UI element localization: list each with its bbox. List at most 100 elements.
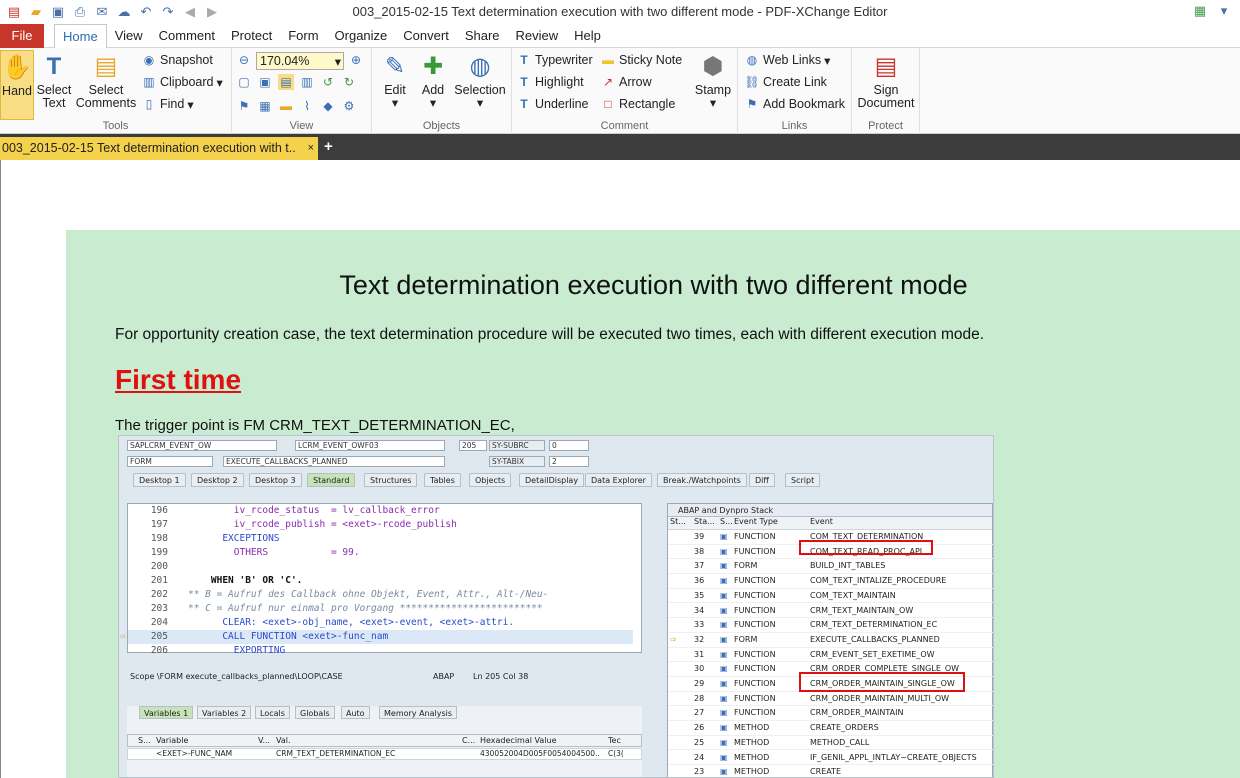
stack-level: 39 [694,532,705,541]
stack-header-cell: S... [720,517,733,526]
zoom-out-button[interactable]: ⊖ [236,52,252,68]
bookmark-add-icon: ⚑ [746,97,758,111]
stamp-button[interactable]: ⬢ Stamp ▾ [692,50,734,110]
stack-level: 24 [694,752,705,762]
code-line: 196 iv_rcode_status = lv_callback_error [128,504,633,518]
chevron-down-icon: ▾ [187,97,194,112]
document-tab-title: 003_2015-02-15 Text determination execut… [2,141,296,155]
tab-share[interactable]: Share [457,24,508,50]
sap-tab: Objects [469,473,512,487]
clipboard-button[interactable]: ▥ Clipboard ▾ [141,74,222,90]
options-icon[interactable]: ▾ [1214,2,1234,20]
stack-row[interactable]: 37 ▣ FORM BUILD_INT_TABLES [668,559,993,575]
tab-review[interactable]: Review [508,24,567,50]
edit-button[interactable]: ✎ Edit ▾ [374,50,416,110]
fit-width-icon[interactable]: ▣ [257,74,273,90]
arrow-button[interactable]: ↗ Arrow [600,74,652,90]
subrc-label: SY-SUBRC [489,440,545,451]
stack-row[interactable]: 25 ▣ METHOD METHOD_CALL [668,736,993,751]
document-tab-bar: 003_2015-02-15 Text determination execut… [0,134,1240,160]
highlight-button[interactable]: T Highlight [516,74,583,90]
stack-event: CREATE_ORDERS [810,723,879,733]
sticky-note-button[interactable]: ▬ Sticky Note [600,52,682,68]
view-group: ⊖ 170.04% ▾ ⊕ ▢ ▣ ▤ ▥ ↺ ↻ ⚑ ▦ ▬ ⌇ ◆ ⚙ Vie… [232,48,372,134]
stack-row[interactable]: 31 ▣ FUNCTION CRM_EVENT_SET_EXETIME_OW [668,648,993,663]
file-menu[interactable]: File [0,24,44,48]
snapshot-button[interactable]: ◉ Snapshot [141,52,213,68]
hand-tool-button[interactable]: ✋ Hand [0,50,34,120]
var-row: <EXET>-FUNC_NAM CRM_TEXT_DETERMINATION_E… [127,748,642,760]
view-fit-buttons: ▢ ▣ ▤ ▥ ↺ ↻ [236,74,357,90]
code-line: 206 EXPORTING [128,644,633,654]
stack-header-cell: Sta... [694,517,715,526]
code-text: iv_rcode_status = lv_callback_error [188,505,440,516]
tab-comment[interactable]: Comment [151,24,223,50]
document-tab[interactable]: 003_2015-02-15 Text determination execut… [0,137,318,160]
create-link-button[interactable]: ⛓ Create Link [744,74,827,90]
apps-icon[interactable]: ▦ [1190,2,1210,20]
stack-row[interactable]: 24 ▣ METHOD IF_GENIL_APPL_INTLAY~CREATE_OBJ… [668,751,993,766]
document-viewport[interactable]: Text determination execution with two di… [0,160,1240,778]
fit-page-icon[interactable]: ▢ [236,74,252,90]
stack-event: COM_TEXT_MAINTAIN [810,590,896,600]
comments-icon[interactable]: ▬ [278,98,294,114]
new-tab-icon[interactable]: + [324,138,333,155]
add-button[interactable]: ✚ Add ▾ [416,50,450,110]
underline-button[interactable]: T Underline [516,96,588,112]
tab-view[interactable]: View [107,24,151,50]
close-tab-icon[interactable]: × [308,137,314,160]
hand-icon: ✋ [2,53,32,81]
stack-event: IF_GENIL_APPL_INTLAY~CREATE_OBJECTS [810,752,977,762]
select-comments-button[interactable]: ▤ Select Comments [74,50,138,110]
properties-icon[interactable]: ⚙ [341,98,357,114]
stack-row[interactable]: 35 ▣ FUNCTION COM_TEXT_MAINTAIN [668,589,993,604]
fit-visible-icon[interactable]: ▤ [278,74,294,90]
bookmark-icon[interactable]: ⚑ [236,98,252,114]
web-links-button[interactable]: ◍ Web Links ▾ [744,52,831,68]
tab-organize[interactable]: Organize [327,24,396,50]
selection-button[interactable]: ◍ Selection ▾ [452,50,508,110]
stack-row[interactable]: 34 ▣ FUNCTION CRM_TEXT_MAINTAIN_OW [668,604,993,619]
stack-row[interactable]: 36 ▣ FUNCTION COM_TEXT_INTALIZE_PROCEDURE [668,574,993,589]
variables-panel: Variables 1 Variables 2 Locals Globals A… [127,706,642,777]
stack-row[interactable]: 23 ▣ METHOD CREATE [668,765,993,777]
stack-level: 35 [694,590,705,600]
stack-row[interactable]: 28 ▣ FUNCTION CRM_ORDER_MAINTAIN_MULTI_OW [668,692,993,707]
stamp-icon: ⬢ [702,52,724,80]
call-stack-panel: ABAP and Dynpro Stack St... Sta... S... … [667,503,993,777]
rectangle-label: Rectangle [619,97,676,111]
arrow-icon: ↗ [602,75,614,89]
sap-tab: Script [785,473,821,487]
attachment-icon[interactable]: ⌇ [299,98,315,114]
tab-convert[interactable]: Convert [395,24,457,50]
zoom-in-button[interactable]: ⊕ [348,52,364,68]
zoom-input[interactable]: 170.04% ▾ [256,52,344,70]
rotate-right-icon[interactable]: ↻ [341,74,357,90]
tab-help[interactable]: Help [566,24,609,50]
rotate-left-icon[interactable]: ↺ [320,74,336,90]
typewriter-button[interactable]: T Typewriter [516,52,592,68]
code-text: EXCEPTIONS [188,533,280,544]
rectangle-button[interactable]: □ Rectangle [600,96,675,112]
add-bookmark-button[interactable]: ⚑ Add Bookmark [744,96,845,112]
tab-protect[interactable]: Protect [223,24,280,50]
stack-event-type: FUNCTION [734,546,776,556]
tab-form[interactable]: Form [280,24,326,50]
frame-icon: ▣ [720,561,728,571]
select-text-button[interactable]: T Select Text [36,50,72,110]
tab-home[interactable]: Home [54,24,107,50]
stack-header-cell: Event [810,517,833,526]
actual-size-icon[interactable]: ▥ [299,74,315,90]
sap-tab: Structures [364,473,418,487]
sign-document-button[interactable]: ▤ Sign Document [854,50,918,110]
var-header-cell: Val. [276,736,291,745]
stack-row[interactable]: 26 ▣ METHOD CREATE_ORDERS [668,721,993,736]
stack-row[interactable]: ⇨ 32 ▣ FORM EXECUTE_CALLBACKS_PLANNED [668,633,993,648]
stack-row[interactable]: 27 ▣ FUNCTION CRM_ORDER_MAINTAIN [668,706,993,722]
find-button[interactable]: ▯ Find ▾ [141,96,194,112]
var-hex: 430052004D005F0054004500.. [480,749,600,758]
stack-row[interactable]: 33 ▣ FUNCTION CRM_TEXT_DETERMINATION_EC [668,618,993,633]
layers-icon[interactable]: ◆ [320,98,336,114]
pages-icon[interactable]: ▦ [257,98,273,114]
add-bookmark-label: Add Bookmark [763,97,845,111]
